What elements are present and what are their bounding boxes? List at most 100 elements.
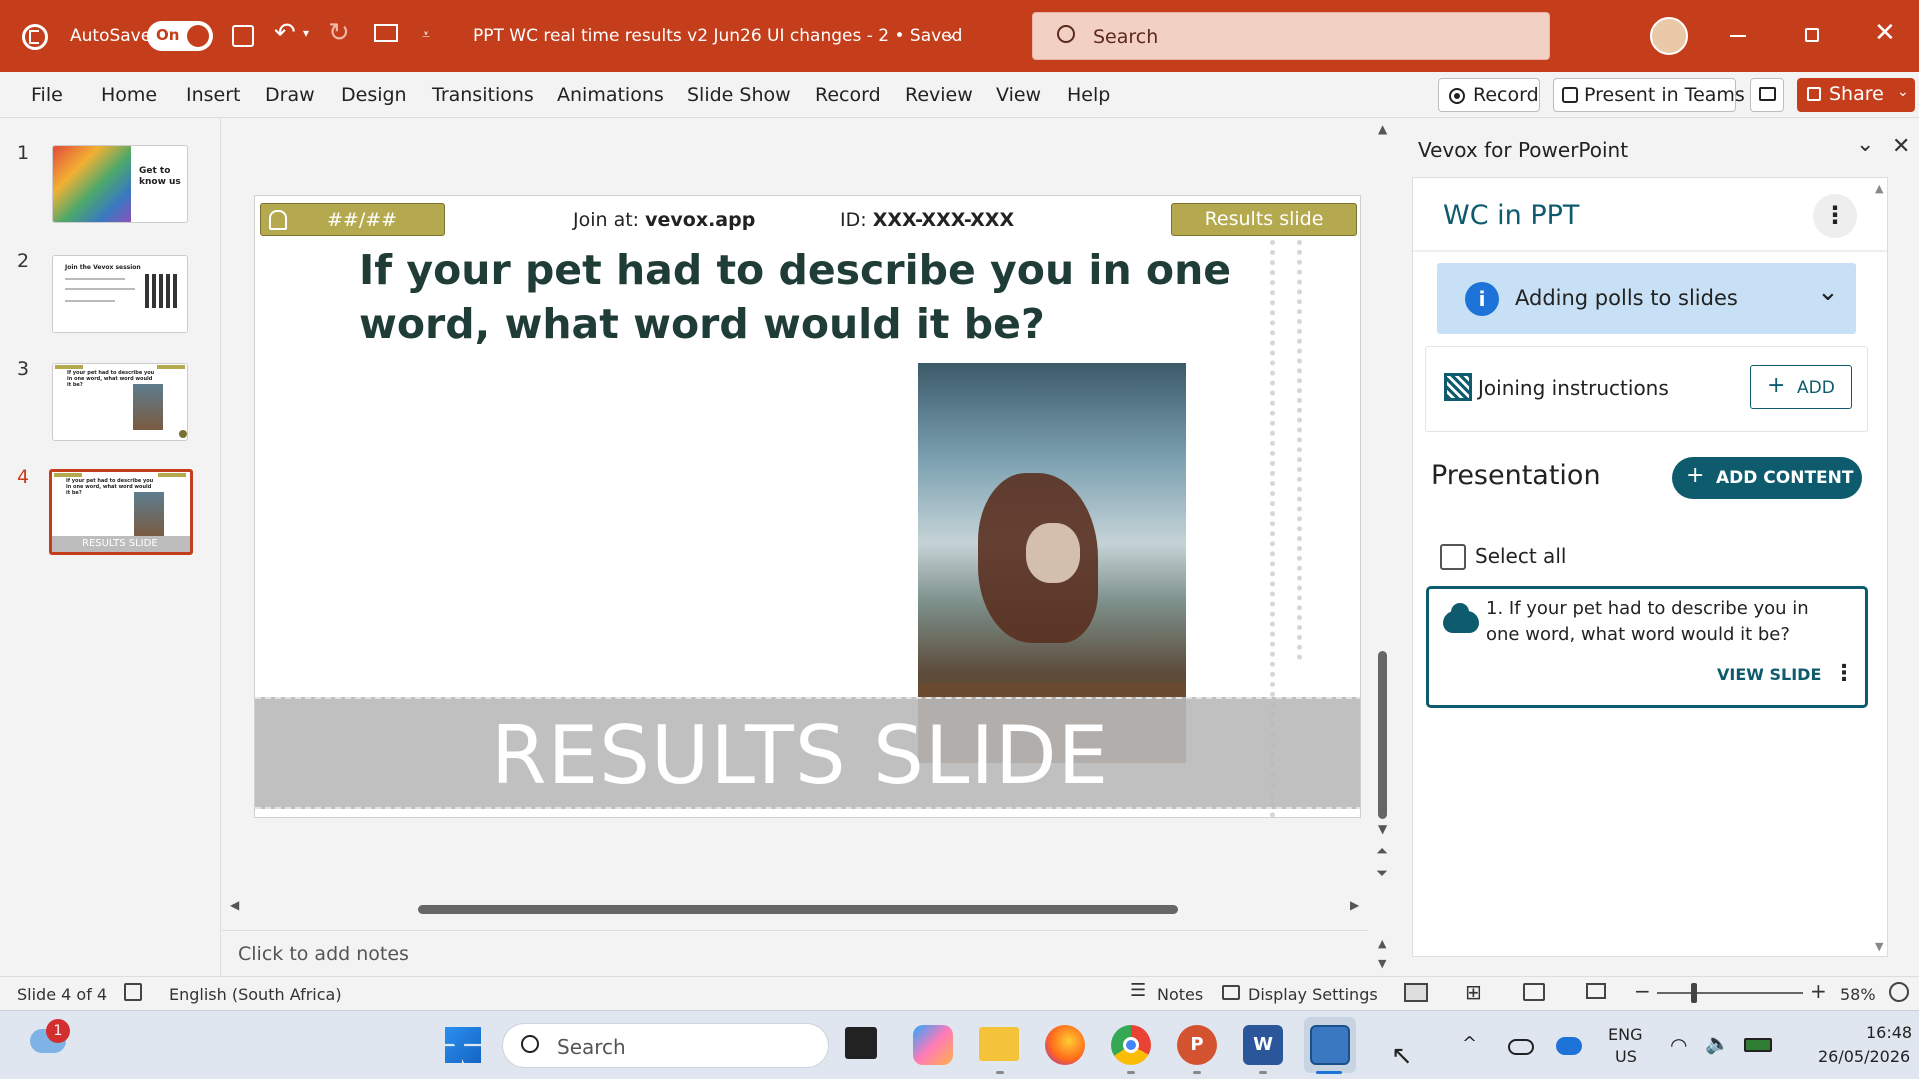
zoom-level[interactable]: 58% (1840, 985, 1876, 1004)
zoom-slider[interactable] (1657, 992, 1803, 994)
language-line1[interactable]: ENG (1608, 1025, 1642, 1044)
accessibility-icon[interactable] (124, 983, 142, 1001)
search-box[interactable]: Search (1032, 12, 1550, 60)
word-taskbar-icon[interactable]: W (1243, 1025, 1283, 1065)
tab-home[interactable]: Home (101, 84, 157, 106)
comments-button[interactable] (1750, 78, 1784, 112)
scroll-down-icon[interactable]: ▼ (1378, 822, 1387, 836)
tab-transitions[interactable]: Transitions (432, 84, 534, 106)
tab-insert[interactable]: Insert (186, 84, 241, 106)
tab-view[interactable]: View (996, 84, 1041, 106)
zoom-in-icon[interactable]: + (1810, 979, 1827, 1003)
display-settings-label[interactable]: Display Settings (1248, 985, 1378, 1004)
present-in-teams-button[interactable]: Present in Teams (1553, 78, 1745, 112)
show-hidden-icons-icon[interactable]: ^ (1462, 1033, 1477, 1054)
tab-draw[interactable]: Draw (265, 84, 315, 106)
tab-animations[interactable]: Animations (557, 84, 664, 106)
previous-slide-icon[interactable]: ⏶ (1376, 842, 1388, 860)
undo-icon[interactable]: ↶ (274, 18, 296, 48)
notes-icon[interactable]: ☰ (1130, 980, 1146, 1001)
current-slide[interactable]: ##/## Join at: vevox.app ID: XXX-XXX-XXX… (254, 195, 1361, 818)
display-settings-icon[interactable] (1222, 985, 1240, 1000)
restore-icon[interactable] (1805, 28, 1819, 42)
remote-desktop-icon[interactable] (1310, 1025, 1350, 1065)
start-windows-icon[interactable] (445, 1027, 481, 1063)
scroll-up-icon[interactable]: ▲ (1378, 122, 1387, 136)
taskbar-search[interactable]: Search (502, 1023, 829, 1068)
select-all-checkbox[interactable] (1440, 544, 1466, 570)
slide-thumbnail-1[interactable]: Get to know us (52, 145, 188, 223)
autosave-toggle[interactable]: On (147, 21, 213, 51)
slide-thumbnail-2[interactable]: Join the Vevox session (52, 255, 188, 333)
firefox-icon[interactable] (1045, 1025, 1085, 1065)
pane-scroll-down-icon[interactable]: ▼ (1875, 940, 1883, 953)
tab-slide-show[interactable]: Slide Show (687, 84, 791, 106)
battery-icon[interactable] (1744, 1038, 1772, 1052)
question-title[interactable]: If your pet had to describe you in one w… (359, 243, 1239, 351)
select-all-label[interactable]: Select all (1475, 544, 1566, 568)
close-icon[interactable]: ✕ (1874, 18, 1896, 48)
clock-time[interactable]: 16:48 (1866, 1023, 1912, 1042)
notes-scroll-down-icon[interactable]: ▼ (1378, 957, 1386, 970)
onedrive-icon[interactable] (1508, 1039, 1534, 1055)
tab-review[interactable]: Review (905, 84, 973, 106)
file-explorer-icon[interactable] (979, 1027, 1019, 1061)
powerpoint-taskbar-icon[interactable]: P (1177, 1025, 1217, 1065)
results-slide-label[interactable]: Results slide (1171, 203, 1357, 236)
pane-options-icon[interactable]: ⌄ (1856, 132, 1874, 157)
reading-view-icon[interactable] (1523, 983, 1545, 1001)
info-accordion[interactable]: i Adding polls to slides ⌄ (1437, 263, 1856, 334)
language-status[interactable]: English (South Africa) (169, 985, 342, 1004)
clock-date[interactable]: 26/05/2026 (1818, 1047, 1910, 1066)
scroll-left-icon[interactable]: ◀ (230, 898, 239, 912)
record-button[interactable]: Record (1438, 78, 1540, 112)
next-slide-icon[interactable]: ⏷ (1376, 864, 1388, 882)
save-icon[interactable] (232, 25, 254, 47)
share-button[interactable]: Share ⌄ (1797, 78, 1915, 112)
pane-close-icon[interactable]: ✕ (1892, 134, 1910, 159)
customize-toolbar-icon[interactable]: ⩡ (422, 27, 430, 43)
task-view-icon[interactable] (845, 1027, 877, 1059)
horizontal-scrollbar-thumb[interactable] (418, 905, 1178, 914)
present-from-beginning-icon[interactable] (374, 24, 398, 42)
pane-scroll-up-icon[interactable]: ▲ (1875, 182, 1883, 195)
slide-thumbnail-3[interactable]: If your pet had to describe you in one w… (52, 363, 188, 441)
session-menu-button[interactable]: ⋮ (1813, 194, 1857, 238)
slide-sorter-icon[interactable]: ⊞ (1465, 980, 1482, 1004)
tab-help[interactable]: Help (1067, 84, 1110, 106)
slide-thumbnail-4[interactable]: If your pet had to describe you in one w… (49, 469, 193, 555)
normal-view-icon[interactable] (1404, 983, 1428, 1002)
notes-scroll-up-icon[interactable]: ▲ (1378, 937, 1386, 950)
copilot-icon[interactable] (913, 1025, 953, 1065)
view-slide-button[interactable]: VIEW SLIDE (1717, 665, 1821, 684)
minimize-icon[interactable] (1730, 35, 1746, 37)
vertical-scrollbar-thumb[interactable] (1378, 651, 1387, 819)
poll-card[interactable]: 1. If your pet had to describe you in on… (1426, 586, 1868, 708)
session-id-text[interactable]: ID: XXX-XXX-XXX (840, 209, 1014, 231)
join-instructions-text[interactable]: Join at: vevox.app (573, 209, 755, 231)
notes-pane[interactable]: Click to add notes ▲ ▼ (222, 930, 1386, 976)
slide-counter-status[interactable]: Slide 4 of 4 (17, 985, 107, 1004)
add-joining-button[interactable]: + ADD (1750, 365, 1852, 409)
notes-toggle-label[interactable]: Notes (1157, 985, 1203, 1004)
poll-options-icon[interactable]: ⋮ (1833, 661, 1855, 686)
tab-file[interactable]: File (31, 84, 63, 106)
avatar[interactable] (1650, 17, 1688, 55)
add-content-button[interactable]: + ADD CONTENT (1672, 457, 1862, 499)
redo-icon[interactable]: ↻ (328, 18, 350, 48)
language-line2[interactable]: US (1615, 1047, 1637, 1066)
slide-counter-box[interactable]: ##/## (260, 203, 445, 236)
tab-record[interactable]: Record (815, 84, 881, 106)
title-dropdown-icon[interactable]: ⌄ (944, 24, 957, 43)
tab-design[interactable]: Design (341, 84, 407, 106)
wifi-icon[interactable]: ◠ (1670, 1033, 1687, 1057)
fit-to-window-icon[interactable] (1889, 982, 1909, 1002)
document-title[interactable]: PPT WC real time results v2 Jun26 UI cha… (473, 26, 962, 46)
slide-show-icon[interactable] (1586, 983, 1606, 999)
zoom-out-icon[interactable]: − (1634, 979, 1651, 1003)
volume-icon[interactable]: 🔈 (1705, 1031, 1730, 1055)
scroll-right-icon[interactable]: ▶ (1350, 898, 1359, 912)
undo-dropdown-icon[interactable]: ▾ (303, 26, 309, 40)
zoom-slider-thumb[interactable] (1691, 983, 1697, 1003)
results-banner[interactable]: RESULTS SLIDE (255, 697, 1360, 809)
